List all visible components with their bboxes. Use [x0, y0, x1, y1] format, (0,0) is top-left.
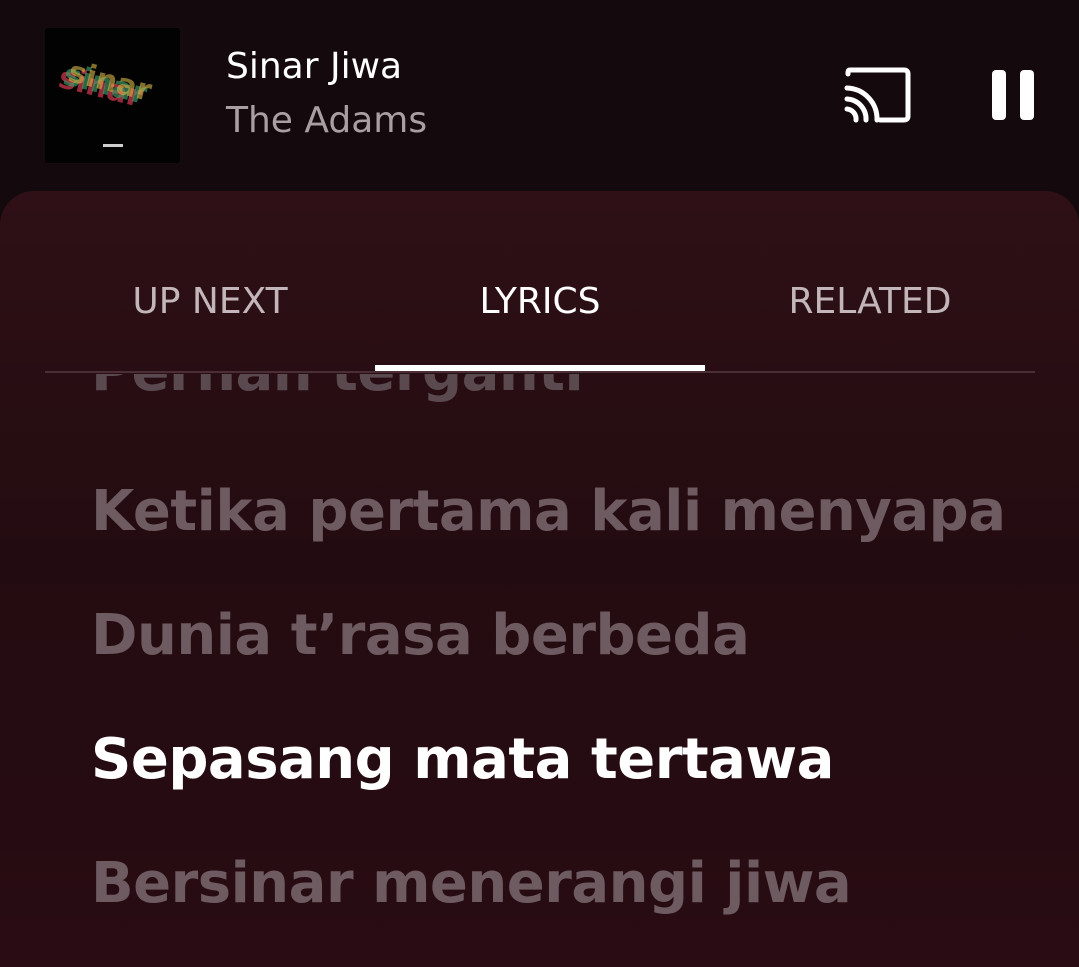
lyric-line-active: Sepasang mata tertawa: [91, 727, 834, 792]
lyric-line: Dunia t’rasa berbeda: [91, 603, 750, 668]
album-art-image: sinar sinar sinar: [45, 28, 180, 163]
lyric-line: Bersinar menerangi jiwa: [91, 851, 852, 916]
queue-sheet: UP NEXT LYRICS RELATED Pernah terganti K…: [0, 191, 1079, 967]
lyrics-panel[interactable]: Pernah terganti Ketika pertama kali meny…: [0, 374, 1079, 967]
tab-up-next[interactable]: UP NEXT: [45, 281, 375, 322]
tab-divider: [45, 371, 1035, 373]
track-title: Sinar Jiwa: [226, 46, 403, 87]
pause-icon: [992, 70, 1034, 120]
mini-player[interactable]: sinar sinar sinar Sinar Jiwa The Adams: [0, 0, 1079, 192]
lyric-line: Ketika pertama kali menyapa: [91, 479, 1006, 544]
album-art[interactable]: sinar sinar sinar: [45, 28, 180, 163]
tab-bar: UP NEXT LYRICS RELATED: [45, 191, 1035, 373]
lyric-line: Pernah terganti: [91, 374, 584, 404]
tab-related[interactable]: RELATED: [705, 281, 1035, 322]
tab-lyrics[interactable]: LYRICS: [375, 281, 705, 322]
cast-button[interactable]: [838, 62, 916, 128]
pause-button[interactable]: [982, 62, 1044, 128]
music-player-screen: sinar sinar sinar Sinar Jiwa The Adams U…: [0, 0, 1079, 967]
cast-icon: [844, 67, 911, 123]
track-artist[interactable]: The Adams: [226, 100, 427, 141]
